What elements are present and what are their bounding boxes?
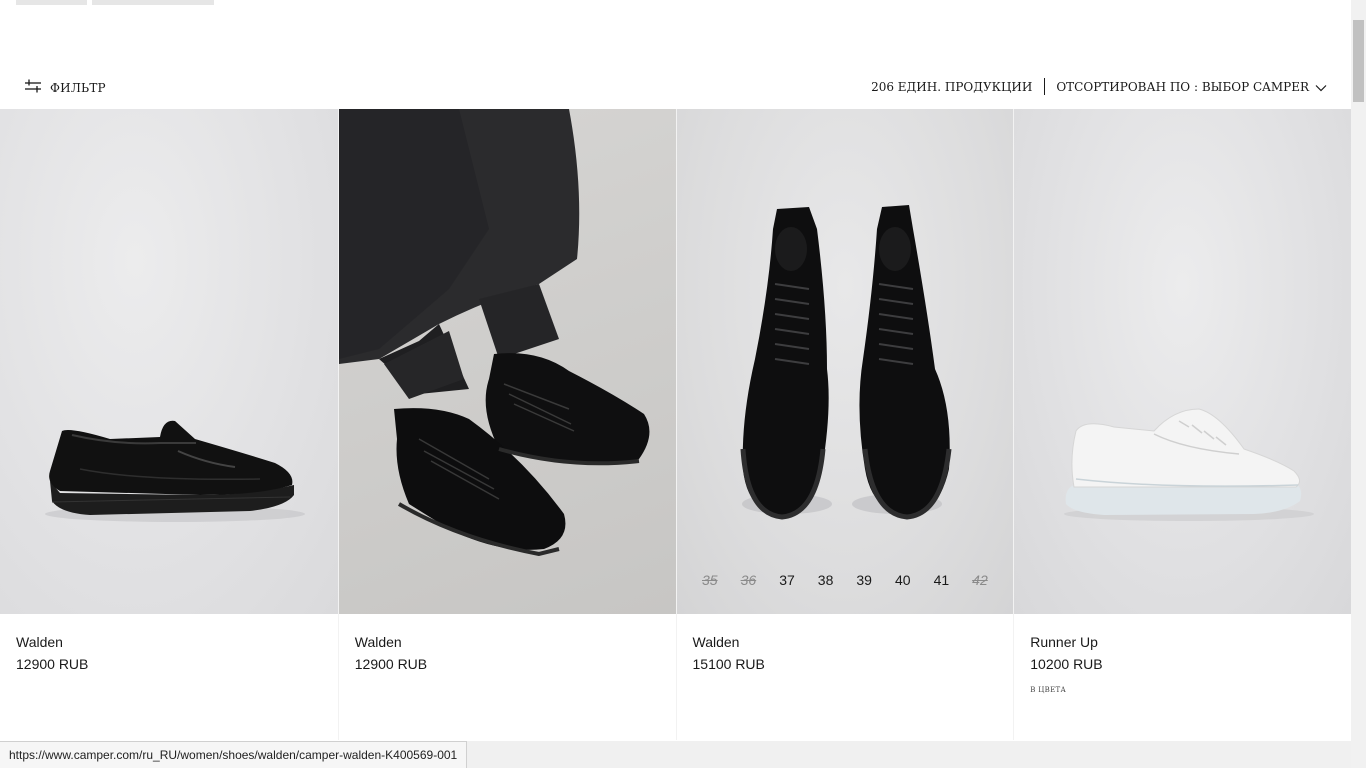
- product-grid: Walden 12900 RUB Walden 12900 RUB 35 36 …: [0, 109, 1351, 740]
- product-image[interactable]: [0, 109, 338, 614]
- product-card[interactable]: 35 36 37 38 39 40 41 42 Walden 15100 RUB: [675, 109, 1014, 740]
- right-tools: 206 ЕДИН. ПРОДУКЦИИ ОТСОРТИРОВАН ПО : ВЫ…: [871, 77, 1327, 96]
- product-image[interactable]: [1014, 109, 1351, 614]
- size-option: 35: [702, 572, 718, 588]
- sort-label: ОТСОРТИРОВАН ПО : ВЫБОР CAMPER: [1056, 79, 1309, 94]
- chevron-down-icon: [1315, 77, 1327, 96]
- product-name[interactable]: Walden: [16, 634, 322, 650]
- product-name[interactable]: Walden: [693, 634, 998, 650]
- size-option[interactable]: 41: [922, 572, 961, 588]
- product-card[interactable]: Runner Up 10200 RUB В ЦВЕТА: [1013, 109, 1351, 740]
- filter-label: ФИЛЬТР: [50, 80, 106, 95]
- top-stub-2: [92, 0, 214, 5]
- product-image[interactable]: 35 36 37 38 39 40 41 42: [676, 109, 1014, 614]
- product-name[interactable]: Walden: [355, 634, 660, 650]
- size-option[interactable]: 38: [806, 572, 845, 588]
- product-card[interactable]: Walden 12900 RUB: [0, 109, 338, 740]
- sort-button[interactable]: ОТСОРТИРОВАН ПО : ВЫБОР CAMPER: [1045, 77, 1327, 96]
- product-count: 206 ЕДИН. ПРОДУКЦИИ: [871, 79, 1033, 94]
- scrollbar-thumb[interactable]: [1353, 20, 1364, 102]
- vertical-scrollbar[interactable]: [1351, 0, 1366, 768]
- product-info: Runner Up 10200 RUB В ЦВЕТА: [1014, 614, 1351, 740]
- product-info: Walden 12900 RUB: [339, 614, 676, 740]
- filter-sliders-icon: [25, 78, 41, 97]
- size-option[interactable]: 37: [768, 572, 807, 588]
- top-stub-1: [16, 0, 87, 5]
- size-option[interactable]: 40: [883, 572, 922, 588]
- size-option: 36: [740, 572, 757, 588]
- filter-button[interactable]: ФИЛЬТР: [25, 78, 106, 97]
- product-card[interactable]: Walden 12900 RUB: [337, 109, 676, 740]
- listing-toolbar: ФИЛЬТР 206 ЕДИН. ПРОДУКЦИИ ОТСОРТИРОВАН …: [0, 70, 1351, 104]
- product-price: 12900 RUB: [16, 656, 89, 672]
- size-option: 42: [972, 572, 988, 588]
- colors-link[interactable]: В ЦВЕТА: [1030, 686, 1335, 694]
- product-image[interactable]: [338, 109, 676, 614]
- product-price: 15100 RUB: [692, 656, 765, 672]
- product-price: 10200 RUB: [1030, 656, 1103, 672]
- top-stubs: [16, 0, 214, 5]
- product-info: Walden 15100 RUB: [677, 614, 1014, 740]
- status-bar-url: https://www.camper.com/ru_RU/women/shoes…: [0, 741, 468, 768]
- product-info: Walden 12900 RUB: [0, 614, 338, 740]
- product-name[interactable]: Runner Up: [1030, 634, 1335, 650]
- size-selector: 35 36 37 38 39 40 41 42: [677, 572, 1014, 588]
- product-price: 12900 RUB: [354, 656, 428, 672]
- size-option[interactable]: 39: [845, 572, 884, 588]
